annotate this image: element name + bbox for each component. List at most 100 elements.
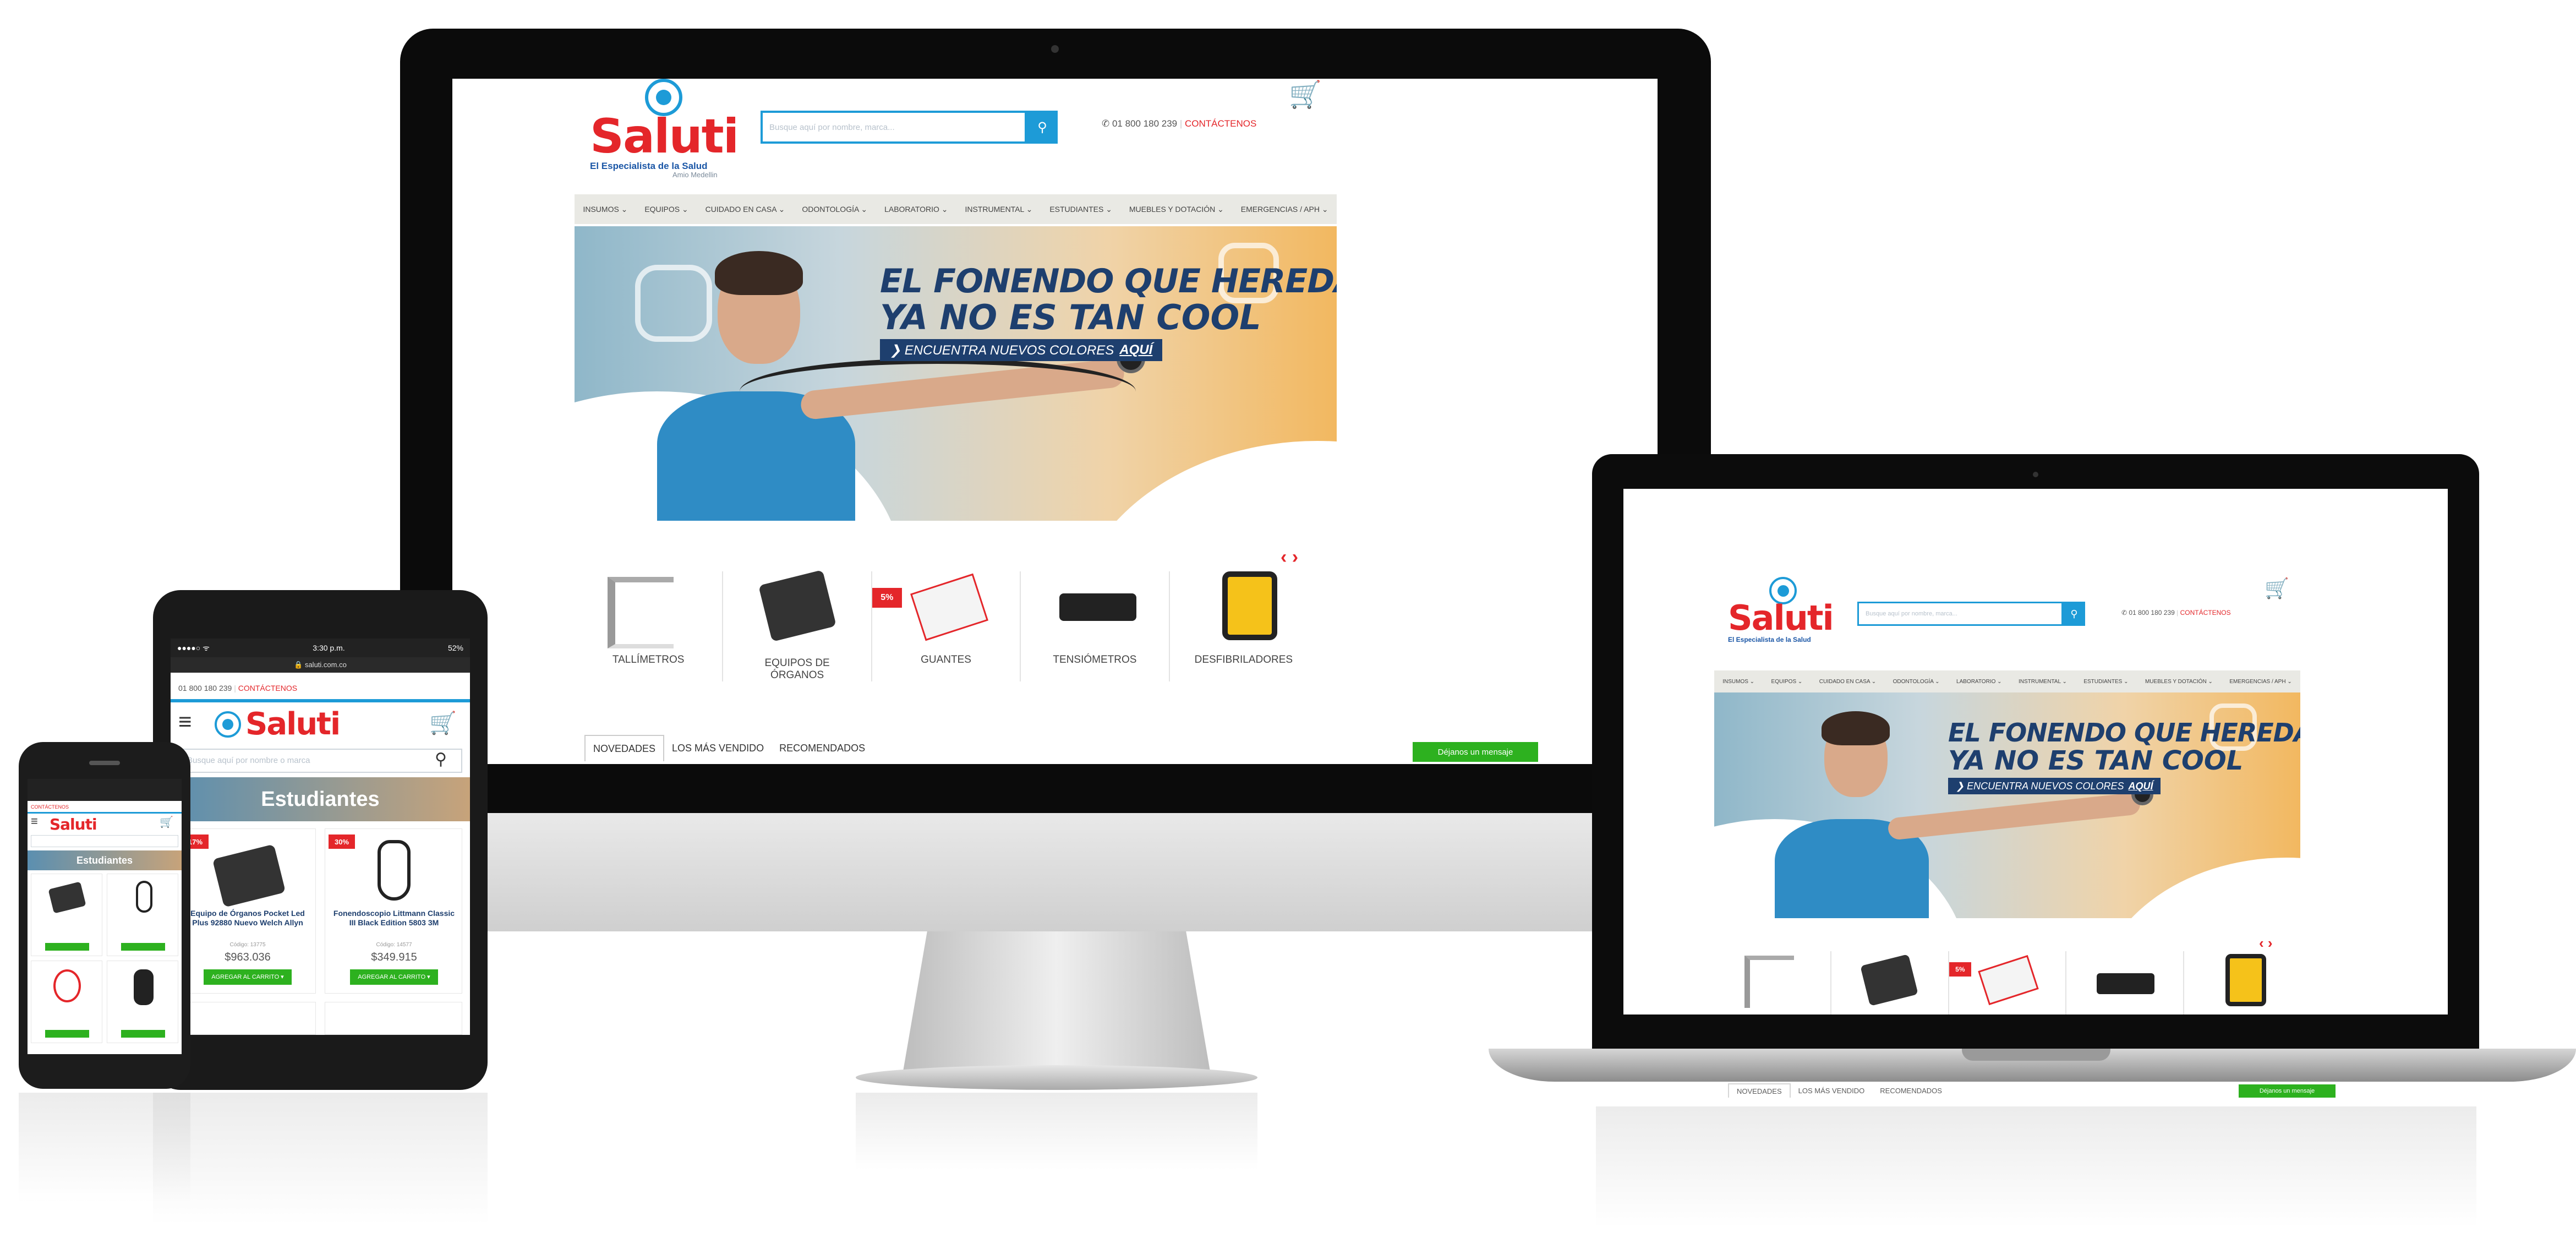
nav-item-odontologia[interactable]: ODONTOLOGÍA ⌄ <box>802 205 867 214</box>
contact-link[interactable]: CONTÁCTENOS <box>1185 118 1256 129</box>
tab-mas-vendido[interactable]: LOS MÁS VENDIDO <box>1791 1083 1873 1098</box>
cart-icon[interactable]: 🛒 <box>429 710 457 736</box>
hamburger-icon[interactable]: ≡ <box>178 710 192 733</box>
category-hero: Estudiantes <box>28 850 182 870</box>
contact-link[interactable]: CONTÁCTENOS <box>31 804 69 810</box>
add-to-cart-button[interactable]: AGREGAR AL CARRITO ▾ <box>350 969 438 985</box>
nav-item-emergencias[interactable]: EMERGENCIAS / APH ⌄ <box>2229 679 2291 685</box>
banner-cta[interactable]: ❯ ENCUENTRA NUEVOS COLORES AQUÍ <box>880 339 1163 361</box>
nav-item-equipos[interactable]: EQUIPOS ⌄ <box>644 205 688 214</box>
tab-recomendados[interactable]: RECOMENDADOS <box>1872 1083 1950 1098</box>
laptop-camera <box>2033 472 2038 477</box>
category-tallimetros[interactable] <box>1714 951 1832 1015</box>
category-label: DESFIBRILADORES <box>1194 654 1293 666</box>
header-phone: ✆ 01 800 180 239 <box>2121 609 2175 617</box>
add-to-cart-button[interactable] <box>121 1030 165 1038</box>
product-card[interactable] <box>31 874 102 956</box>
logo-tagline: El Especialista de la Salud <box>1728 636 1811 643</box>
nav-item-estudiantes[interactable]: ESTUDIANTES ⌄ <box>1049 205 1112 214</box>
product-image <box>48 881 86 914</box>
product-card[interactable]: 17% Equipo de Órganos Pocket Led Plus 92… <box>178 828 316 994</box>
nav-item-estudiantes[interactable]: ESTUDIANTES ⌄ <box>2083 679 2128 685</box>
nav-item-muebles[interactable]: MUEBLES Y DOTACIÓN ⌄ <box>2145 679 2213 685</box>
search-input[interactable]: Busque aquí por nombre, marca... <box>1857 602 2063 626</box>
cart-icon[interactable]: 🛒 <box>2265 577 2289 600</box>
product-name[interactable]: Fonendoscopio Littmann Classic III Black… <box>331 909 457 928</box>
search-button[interactable]: ⚲ <box>1027 111 1058 144</box>
search-icon[interactable]: ⚲ <box>435 750 447 769</box>
product-card[interactable] <box>107 874 178 956</box>
tab-novedades[interactable]: NOVEDADES <box>1728 1083 1791 1098</box>
main-nav: INSUMOS ⌄ EQUIPOS ⌄ CUIDADO EN CASA ⌄ OD… <box>575 194 1337 224</box>
nav-item-odontologia[interactable]: ODONTOLOGÍA ⌄ <box>1893 679 1940 685</box>
tab-recomendados[interactable]: RECOMENDADOS <box>772 735 873 761</box>
banner-cta-emphasis: AQUÍ <box>2128 780 2153 792</box>
banner-headline: EL FONENDO QUE HEREDASTE <box>1948 718 2300 748</box>
nav-item-laboratorio[interactable]: LABORATORIO ⌄ <box>1956 679 2001 685</box>
site-logo[interactable]: Saluti <box>215 709 358 742</box>
nav-item-equipos[interactable]: EQUIPOS ⌄ <box>1771 679 1803 685</box>
banner-cta[interactable]: ❯ ENCUENTRA NUEVOS COLORES AQUÍ <box>1948 778 2161 794</box>
product-card[interactable] <box>107 961 178 1043</box>
add-to-cart-button[interactable]: AGREGAR AL CARRITO ▾ <box>204 969 292 985</box>
nav-item-laboratorio[interactable]: LABORATORIO ⌄ <box>884 205 948 214</box>
search-input[interactable]: Busque aquí por nombre o marca <box>178 749 462 773</box>
product-image <box>378 840 411 901</box>
category-tensiometros[interactable] <box>2066 951 2184 1015</box>
nav-item-insumos[interactable]: INSUMOS ⌄ <box>583 205 627 214</box>
chat-button[interactable]: Déjanos un mensaje <box>2239 1084 2336 1098</box>
site-logo[interactable]: Saluti El Especialista de la Salud Amio … <box>590 79 739 183</box>
cart-icon[interactable]: 🛒 <box>1289 79 1322 110</box>
logo-wordmark: Saluti <box>590 109 739 164</box>
logo-wordmark: Saluti <box>245 706 341 742</box>
chat-button[interactable]: Déjanos un mensaje <box>1413 742 1538 762</box>
category-tensiometros[interactable]: TENSIÓMETROS <box>1021 571 1170 681</box>
cart-icon[interactable]: 🛒 <box>160 815 173 829</box>
product-tabs: NOVEDADES LOS MÁS VENDIDO RECOMENDADOS <box>1728 1083 1950 1098</box>
category-desfibriladores[interactable]: DESFIBRILADORES <box>1170 571 1317 681</box>
nav-item-instrumental[interactable]: INSTRUMENTAL ⌄ <box>2019 679 2067 685</box>
product-card[interactable]: 30% Fonendoscopio Littmann Classic III B… <box>325 828 462 994</box>
category-guantes[interactable]: 5% <box>1949 951 2067 1015</box>
category-equipos-organos[interactable] <box>1831 951 1949 1015</box>
search-input[interactable] <box>31 835 178 847</box>
nav-item-cuidado-en-casa[interactable]: CUIDADO EN CASA ⌄ <box>705 205 785 214</box>
site-logo[interactable]: Saluti El Especialista de la Salud <box>1728 577 1838 648</box>
nav-item-cuidado-en-casa[interactable]: CUIDADO EN CASA ⌄ <box>1819 679 1876 685</box>
nav-item-emergencias[interactable]: EMERGENCIAS / APH ⌄ <box>1241 205 1328 214</box>
nav-item-insumos[interactable]: INSUMOS ⌄ <box>1722 679 1754 685</box>
hero-banner[interactable]: EL FONENDO QUE HEREDASTE YA NO ES TAN CO… <box>1714 692 2300 918</box>
category-desfibriladores[interactable] <box>2184 951 2300 1015</box>
category-label: TENSIÓMETROS <box>1053 654 1137 666</box>
carousel-arrows[interactable]: ‹ › <box>1281 547 1298 568</box>
category-guantes[interactable]: 5% GUANTES <box>872 571 1021 681</box>
add-to-cart-button[interactable] <box>121 943 165 951</box>
hero-banner[interactable]: EL FONENDO QUE HEREDASTE YA NO ES TAN CO… <box>575 226 1337 521</box>
discount-badge: 30% <box>329 835 355 849</box>
logo-wordmark[interactable]: Saluti <box>50 815 97 833</box>
header-divider <box>171 699 470 702</box>
tab-mas-vendido[interactable]: LOS MÁS VENDIDO <box>664 735 772 761</box>
add-to-cart-button[interactable] <box>45 1030 89 1038</box>
product-name[interactable]: Equipo de Órganos Pocket Led Plus 92880 … <box>184 909 311 928</box>
nav-item-instrumental[interactable]: INSTRUMENTAL ⌄ <box>965 205 1032 214</box>
contact-link[interactable]: CONTÁCTENOS <box>2180 609 2231 617</box>
product-image <box>134 969 154 1005</box>
carousel-arrows[interactable]: ‹ › <box>2259 935 2273 952</box>
discount-badge: 5% <box>872 588 902 608</box>
search-input[interactable]: Busque aquí por nombre, marca... <box>761 111 1027 144</box>
hamburger-icon[interactable]: ≡ <box>31 814 38 828</box>
add-to-cart-button[interactable] <box>45 943 89 951</box>
gloves-box-icon <box>910 573 988 641</box>
url-bar[interactable]: 🔒 saluti.com.co <box>171 657 470 673</box>
tab-novedades[interactable]: NOVEDADES <box>584 735 665 761</box>
header-divider <box>28 812 182 814</box>
search-button[interactable]: ⚲ <box>2063 602 2085 626</box>
category-tallimetros[interactable]: TALLÍMETROS <box>575 571 724 681</box>
nav-item-muebles[interactable]: MUEBLES Y DOTACIÓN ⌄ <box>1129 205 1224 214</box>
product-card[interactable] <box>178 1002 316 1035</box>
product-card[interactable] <box>31 961 102 1043</box>
category-equipos-organos[interactable]: EQUIPOS DE ÓRGANOS <box>723 570 872 681</box>
product-card[interactable] <box>325 1002 462 1035</box>
contact-link[interactable]: CONTÁCTENOS <box>238 684 297 692</box>
